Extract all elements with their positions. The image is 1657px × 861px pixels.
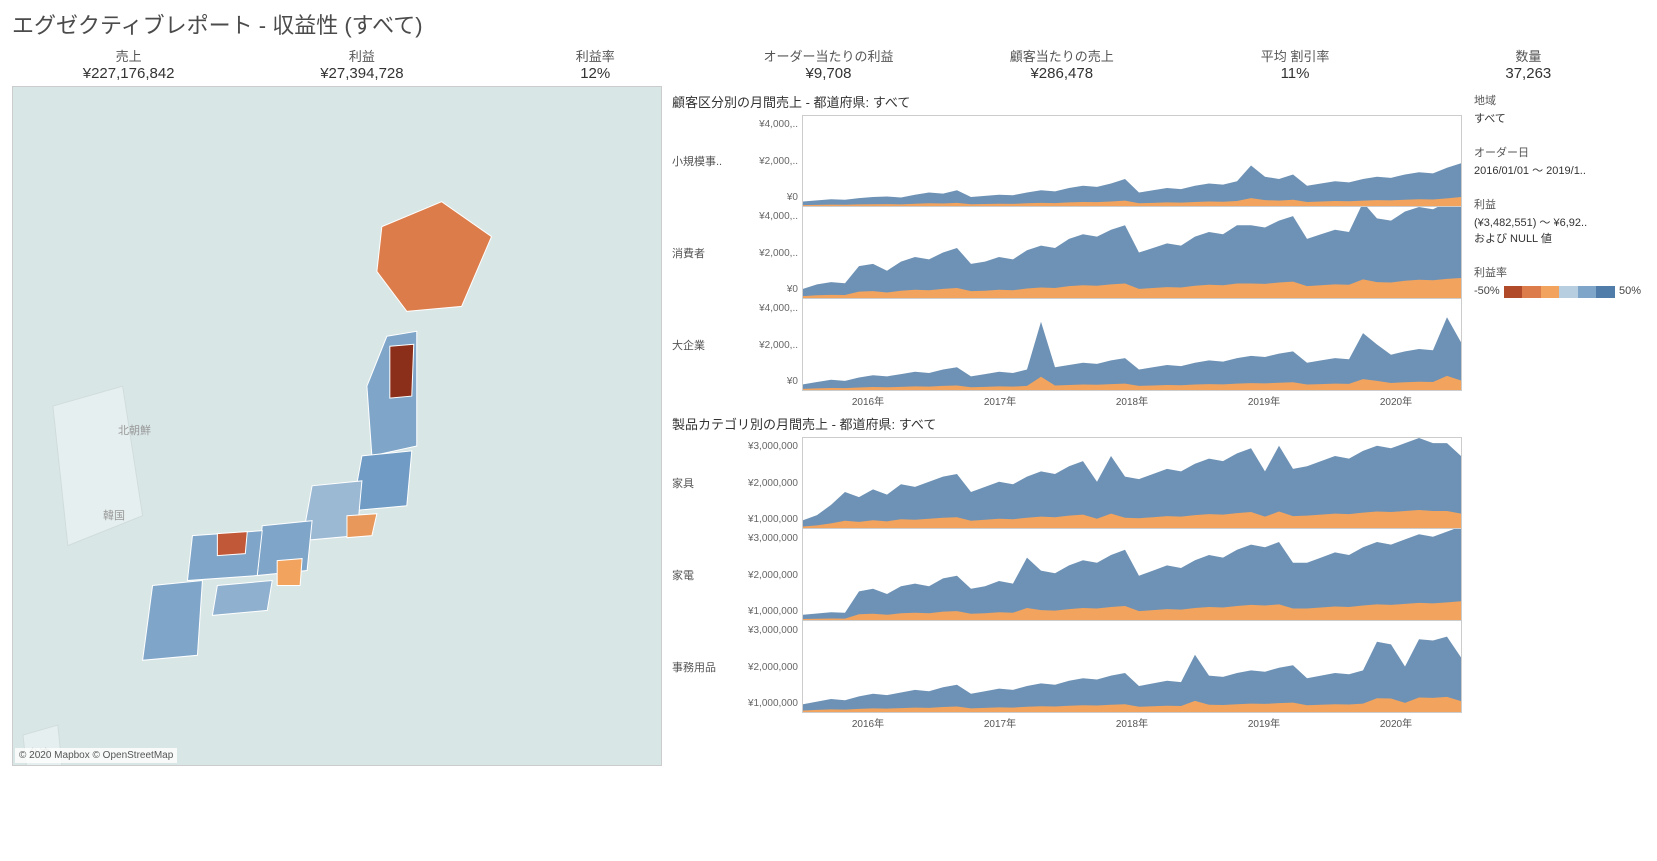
facet-label: 大企業 xyxy=(670,299,730,391)
kpi-label: 数量 xyxy=(1412,46,1645,65)
x-tick: 2017年 xyxy=(934,715,1066,730)
tottori-shape[interactable] xyxy=(217,532,247,556)
map-attribution: © 2020 Mapbox © OpenStreetMap xyxy=(15,748,177,763)
kpi-1: 利益¥27,394,728 xyxy=(245,46,478,82)
x-tick: 2019年 xyxy=(1198,715,1330,730)
chart-area[interactable] xyxy=(802,621,1462,713)
dashboard-title: エグゼクティブレポート - 収益性 (すべて) xyxy=(12,8,1645,40)
filter-profit-value: (¥3,482,551) ～ ¥6,92.. xyxy=(1474,214,1641,230)
kpi-value: ¥286,478 xyxy=(945,65,1178,82)
kpi-label: 顧客当たりの売上 xyxy=(945,46,1178,65)
facet-row: 家具¥3,000,000¥2,000,000¥1,000,000 xyxy=(670,437,1462,529)
x-tick: 2017年 xyxy=(934,393,1066,408)
y-ticks: ¥4,000,..¥2,000,..¥0 xyxy=(730,299,802,391)
filter-profit[interactable]: 利益 (¥3,482,551) ～ ¥6,92.. および NULL 値 xyxy=(1474,196,1641,246)
filter-date-value: 2016/01/01 ～ 2019/1.. xyxy=(1474,162,1641,178)
filter-profit-label: 利益 xyxy=(1474,196,1641,212)
filter-order-date[interactable]: オーダー日 2016/01/01 ～ 2019/1.. xyxy=(1474,144,1641,178)
x-tick: 2020年 xyxy=(1330,393,1462,408)
facet-label: 消費者 xyxy=(670,207,730,299)
x-tick: 2018年 xyxy=(1066,393,1198,408)
shikoku-shape[interactable] xyxy=(212,581,272,616)
kpi-value: 11% xyxy=(1178,65,1411,82)
kpi-label: 利益 xyxy=(245,46,478,65)
x-tick: 2020年 xyxy=(1330,715,1462,730)
wakayama-shape[interactable] xyxy=(277,559,302,586)
legend-min: -50% xyxy=(1474,285,1500,297)
y-ticks: ¥4,000,..¥2,000,..¥0 xyxy=(730,115,802,207)
chart-area[interactable] xyxy=(802,115,1462,207)
facet-label: 小規模事.. xyxy=(670,115,730,207)
y-ticks: ¥3,000,000¥2,000,000¥1,000,000 xyxy=(730,621,802,713)
map-label-north-korea: 北朝鮮 xyxy=(118,422,151,438)
kpi-5: 平均 割引率11% xyxy=(1178,46,1411,82)
map-label-south-korea: 韓国 xyxy=(103,507,125,523)
kpi-value: ¥27,394,728 xyxy=(245,65,478,82)
filter-date-label: オーダー日 xyxy=(1474,144,1641,160)
chart-area[interactable] xyxy=(802,299,1462,391)
filter-region-value: すべて xyxy=(1474,110,1641,126)
facet-row: 大企業¥4,000,..¥2,000,..¥0 xyxy=(670,299,1462,391)
facet-row: 事務用品¥3,000,000¥2,000,000¥1,000,000 xyxy=(670,621,1462,713)
kpi-value: 37,263 xyxy=(1412,65,1645,82)
legend-title: 利益率 xyxy=(1474,264,1641,280)
filter-profit-null: および NULL 値 xyxy=(1474,230,1641,246)
x-tick: 2018年 xyxy=(1066,715,1198,730)
kpi-value: ¥9,708 xyxy=(712,65,945,82)
kpi-label: 利益率 xyxy=(479,46,712,65)
kpi-label: 売上 xyxy=(12,46,245,65)
kpi-4: 顧客当たりの売上¥286,478 xyxy=(945,46,1178,82)
x-tick: 2016年 xyxy=(802,393,934,408)
facet-row: 消費者¥4,000,..¥2,000,..¥0 xyxy=(670,207,1462,299)
kpi-row: 売上¥227,176,842利益¥27,394,728利益率12%オーダー当たり… xyxy=(12,46,1645,82)
chart-area[interactable] xyxy=(802,437,1462,529)
facet-row: 家電¥3,000,000¥2,000,000¥1,000,000 xyxy=(670,529,1462,621)
category-section-title: 製品カテゴリ別の月間売上 - 都道府県: すべて xyxy=(672,414,1462,433)
kpi-label: オーダー当たりの利益 xyxy=(712,46,945,65)
x-tick: 2016年 xyxy=(802,715,934,730)
kpi-0: 売上¥227,176,842 xyxy=(12,46,245,82)
hokkaido-shape[interactable] xyxy=(377,202,492,312)
facet-row: 小規模事..¥4,000,..¥2,000,..¥0 xyxy=(670,115,1462,207)
x-tick: 2019年 xyxy=(1198,393,1330,408)
chart-area[interactable] xyxy=(802,207,1462,299)
facet-label: 家電 xyxy=(670,529,730,621)
chart-area[interactable] xyxy=(802,529,1462,621)
filter-region-label: 地域 xyxy=(1474,92,1641,108)
japan-map[interactable]: 北朝鮮 韓国 台湾 © 2020 Mapbox © OpenStreetMap xyxy=(12,86,662,766)
facet-label: 家具 xyxy=(670,437,730,529)
x-axis: 2016年2017年2018年2019年2020年 xyxy=(802,391,1462,408)
shizuoka-shape[interactable] xyxy=(347,514,377,538)
kpi-3: オーダー当たりの利益¥9,708 xyxy=(712,46,945,82)
kyushu-shape[interactable] xyxy=(143,581,203,661)
kpi-value: 12% xyxy=(479,65,712,82)
segment-section-title: 顧客区分別の月間売上 - 都道府県: すべて xyxy=(672,92,1462,111)
kpi-label: 平均 割引率 xyxy=(1178,46,1411,65)
legend-profit-ratio: 利益率 -50% 50% xyxy=(1474,264,1641,300)
filter-region[interactable]: 地域 すべて xyxy=(1474,92,1641,126)
y-ticks: ¥3,000,000¥2,000,000¥1,000,000 xyxy=(730,437,802,529)
y-ticks: ¥4,000,..¥2,000,..¥0 xyxy=(730,207,802,299)
x-axis: 2016年2017年2018年2019年2020年 xyxy=(802,713,1462,730)
y-ticks: ¥3,000,000¥2,000,000¥1,000,000 xyxy=(730,529,802,621)
kpi-2: 利益率12% xyxy=(479,46,712,82)
kpi-6: 数量37,263 xyxy=(1412,46,1645,82)
filter-sidebar: 地域 すべて オーダー日 2016/01/01 ～ 2019/1.. 利益 (¥… xyxy=(1470,86,1645,853)
facet-label: 事務用品 xyxy=(670,621,730,713)
iwate-shape[interactable] xyxy=(390,344,414,398)
legend-max: 50% xyxy=(1619,285,1641,297)
kpi-value: ¥227,176,842 xyxy=(12,65,245,82)
